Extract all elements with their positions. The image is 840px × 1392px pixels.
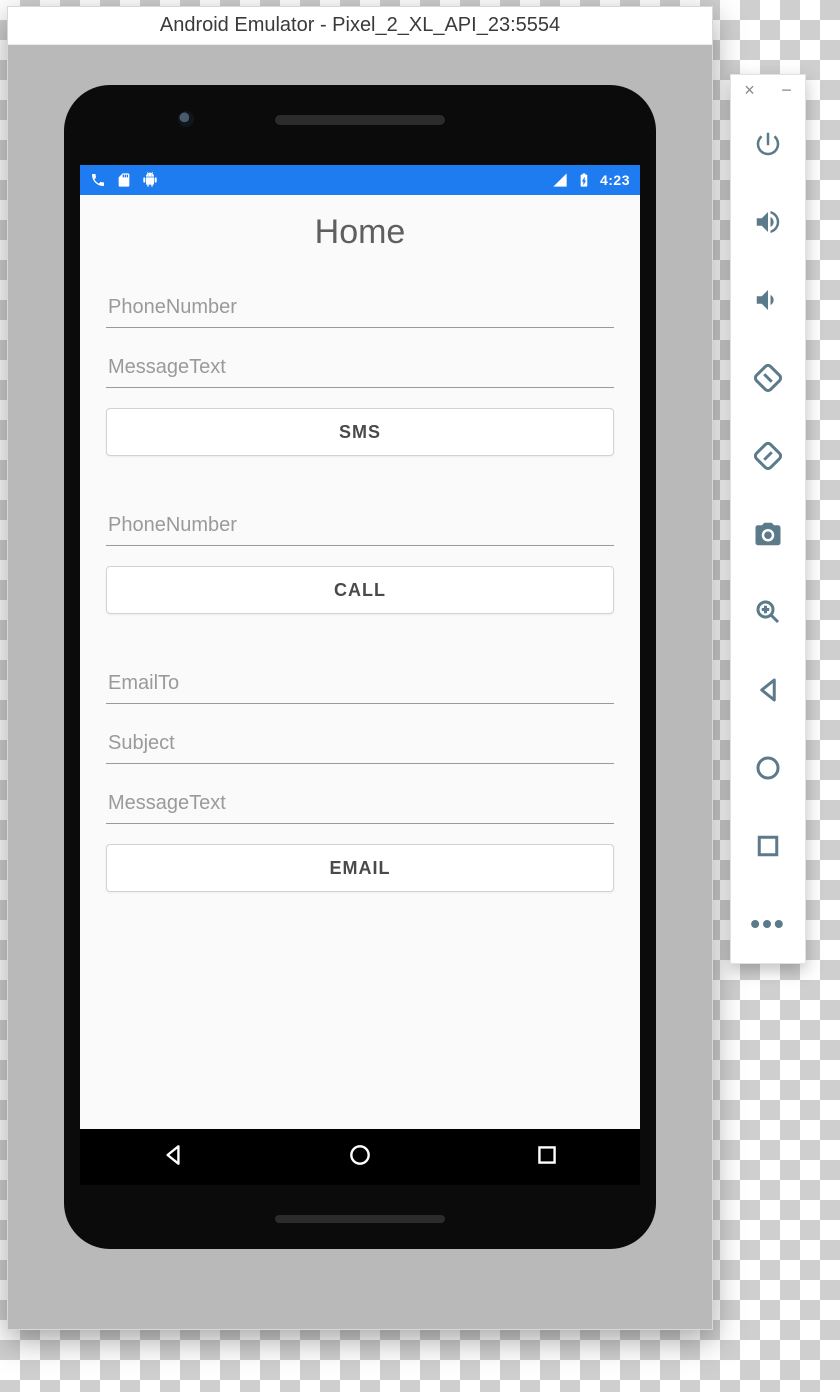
nav-home-button[interactable] bbox=[347, 1142, 373, 1173]
status-bar: 4:23 bbox=[80, 165, 640, 195]
toolbar-overview-button[interactable] bbox=[731, 807, 805, 885]
toolbar-home-button[interactable] bbox=[731, 729, 805, 807]
call-button[interactable]: CALL bbox=[106, 566, 614, 614]
nav-back-button[interactable] bbox=[160, 1142, 186, 1173]
toolbar-zoom-button[interactable] bbox=[731, 573, 805, 651]
more-icon: ••• bbox=[750, 908, 785, 940]
toolbar-rotate-right-button[interactable] bbox=[731, 417, 805, 495]
sms-phone-input[interactable] bbox=[106, 288, 614, 328]
signal-icon bbox=[552, 172, 568, 188]
toolbar-minimize-button[interactable]: − bbox=[781, 80, 792, 101]
emulator-title: Android Emulator - Pixel_2_XL_API_23:555… bbox=[8, 7, 712, 45]
toolbar-back-button[interactable] bbox=[731, 651, 805, 729]
phone-screen: 4:23 Home SMS CALL EMAIL bbox=[80, 165, 640, 1185]
battery-charging-icon bbox=[576, 172, 592, 188]
emulator-window: Android Emulator - Pixel_2_XL_API_23:555… bbox=[7, 6, 713, 1330]
email-to-input[interactable] bbox=[106, 664, 614, 704]
status-left bbox=[90, 172, 158, 188]
toolbar-more-button[interactable]: ••• bbox=[731, 885, 805, 963]
android-icon bbox=[142, 172, 158, 188]
phone-earpiece bbox=[275, 115, 445, 125]
sms-button[interactable]: SMS bbox=[106, 408, 614, 456]
emulator-toolbar: × − ••• bbox=[730, 74, 806, 964]
sms-message-input[interactable] bbox=[106, 348, 614, 388]
emulator-body: 4:23 Home SMS CALL EMAIL bbox=[8, 45, 712, 1329]
status-clock: 4:23 bbox=[600, 172, 630, 188]
email-message-input[interactable] bbox=[106, 784, 614, 824]
phone-icon bbox=[90, 172, 106, 188]
nav-bar bbox=[80, 1129, 640, 1185]
phone-speaker bbox=[275, 1215, 445, 1223]
phone-camera bbox=[178, 111, 194, 127]
toolbar-close-button[interactable]: × bbox=[744, 80, 755, 101]
status-right: 4:23 bbox=[552, 172, 630, 188]
nav-recents-button[interactable] bbox=[534, 1142, 560, 1173]
page-title: Home bbox=[106, 213, 614, 252]
toolbar-volume-up-button[interactable] bbox=[731, 183, 805, 261]
phone-frame: 4:23 Home SMS CALL EMAIL bbox=[64, 85, 656, 1249]
email-button[interactable]: EMAIL bbox=[106, 844, 614, 892]
call-phone-input[interactable] bbox=[106, 506, 614, 546]
app-content: Home SMS CALL EMAIL bbox=[80, 195, 640, 1129]
sd-card-icon bbox=[116, 172, 132, 188]
spacer bbox=[106, 634, 614, 644]
toolbar-power-button[interactable] bbox=[731, 105, 805, 183]
email-subject-input[interactable] bbox=[106, 724, 614, 764]
spacer bbox=[106, 476, 614, 486]
toolbar-header: × − bbox=[731, 75, 805, 105]
toolbar-volume-down-button[interactable] bbox=[731, 261, 805, 339]
toolbar-screenshot-button[interactable] bbox=[731, 495, 805, 573]
toolbar-rotate-left-button[interactable] bbox=[731, 339, 805, 417]
